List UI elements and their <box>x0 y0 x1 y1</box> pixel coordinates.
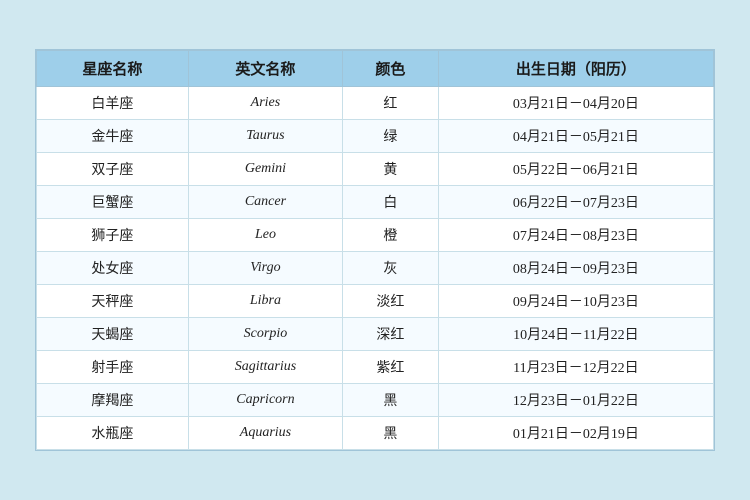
col-header-chinese: 星座名称 <box>37 51 189 87</box>
table-body: 白羊座Aries红03月21日－04月20日金牛座Taurus绿04月21日－0… <box>37 87 714 450</box>
cell-english: Aquarius <box>188 417 342 450</box>
col-header-dates: 出生日期（阳历） <box>438 51 713 87</box>
cell-chinese: 天蝎座 <box>37 318 189 351</box>
cell-chinese: 摩羯座 <box>37 384 189 417</box>
cell-color: 红 <box>343 87 439 120</box>
table-header-row: 星座名称 英文名称 颜色 出生日期（阳历） <box>37 51 714 87</box>
table-row: 白羊座Aries红03月21日－04月20日 <box>37 87 714 120</box>
cell-dates: 12月23日－01月22日 <box>438 384 713 417</box>
cell-color: 黑 <box>343 417 439 450</box>
cell-chinese: 金牛座 <box>37 120 189 153</box>
cell-dates: 10月24日－11月22日 <box>438 318 713 351</box>
cell-chinese: 狮子座 <box>37 219 189 252</box>
zodiac-table-container: 星座名称 英文名称 颜色 出生日期（阳历） 白羊座Aries红03月21日－04… <box>35 49 715 451</box>
cell-english: Cancer <box>188 186 342 219</box>
cell-color: 白 <box>343 186 439 219</box>
cell-dates: 06月22日－07月23日 <box>438 186 713 219</box>
cell-english: Capricorn <box>188 384 342 417</box>
cell-dates: 01月21日－02月19日 <box>438 417 713 450</box>
table-row: 水瓶座Aquarius黑01月21日－02月19日 <box>37 417 714 450</box>
table-row: 双子座Gemini黄05月22日－06月21日 <box>37 153 714 186</box>
cell-color: 黄 <box>343 153 439 186</box>
cell-english: Gemini <box>188 153 342 186</box>
table-row: 狮子座Leo橙07月24日－08月23日 <box>37 219 714 252</box>
cell-english: Libra <box>188 285 342 318</box>
cell-chinese: 天秤座 <box>37 285 189 318</box>
zodiac-table: 星座名称 英文名称 颜色 出生日期（阳历） 白羊座Aries红03月21日－04… <box>36 50 714 450</box>
cell-chinese: 巨蟹座 <box>37 186 189 219</box>
table-row: 摩羯座Capricorn黑12月23日－01月22日 <box>37 384 714 417</box>
col-header-english: 英文名称 <box>188 51 342 87</box>
cell-chinese: 处女座 <box>37 252 189 285</box>
cell-english: Scorpio <box>188 318 342 351</box>
table-row: 处女座Virgo灰08月24日－09月23日 <box>37 252 714 285</box>
cell-english: Leo <box>188 219 342 252</box>
cell-dates: 05月22日－06月21日 <box>438 153 713 186</box>
cell-color: 灰 <box>343 252 439 285</box>
cell-dates: 03月21日－04月20日 <box>438 87 713 120</box>
cell-color: 绿 <box>343 120 439 153</box>
cell-chinese: 白羊座 <box>37 87 189 120</box>
cell-english: Virgo <box>188 252 342 285</box>
cell-chinese: 射手座 <box>37 351 189 384</box>
cell-dates: 08月24日－09月23日 <box>438 252 713 285</box>
cell-chinese: 水瓶座 <box>37 417 189 450</box>
cell-dates: 07月24日－08月23日 <box>438 219 713 252</box>
cell-dates: 09月24日－10月23日 <box>438 285 713 318</box>
table-row: 射手座Sagittarius紫红11月23日－12月22日 <box>37 351 714 384</box>
cell-color: 淡红 <box>343 285 439 318</box>
cell-dates: 11月23日－12月22日 <box>438 351 713 384</box>
col-header-color: 颜色 <box>343 51 439 87</box>
table-row: 金牛座Taurus绿04月21日－05月21日 <box>37 120 714 153</box>
cell-color: 紫红 <box>343 351 439 384</box>
cell-color: 深红 <box>343 318 439 351</box>
cell-color: 黑 <box>343 384 439 417</box>
cell-color: 橙 <box>343 219 439 252</box>
table-row: 巨蟹座Cancer白06月22日－07月23日 <box>37 186 714 219</box>
cell-dates: 04月21日－05月21日 <box>438 120 713 153</box>
table-row: 天秤座Libra淡红09月24日－10月23日 <box>37 285 714 318</box>
cell-chinese: 双子座 <box>37 153 189 186</box>
cell-english: Aries <box>188 87 342 120</box>
table-row: 天蝎座Scorpio深红10月24日－11月22日 <box>37 318 714 351</box>
cell-english: Sagittarius <box>188 351 342 384</box>
cell-english: Taurus <box>188 120 342 153</box>
